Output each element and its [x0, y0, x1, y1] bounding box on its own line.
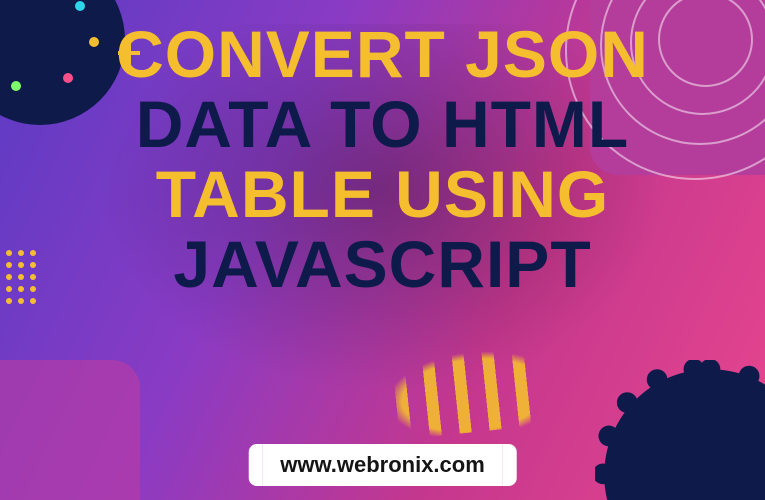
- pill-cap-right: [503, 444, 517, 486]
- website-url: www.webronix.com: [262, 444, 503, 486]
- website-pill: www.webronix.com: [248, 444, 517, 486]
- bottom-left-patch: [0, 360, 140, 500]
- headline: Convert JSON Data to HTML Table Using Ja…: [0, 20, 765, 300]
- bottom-right-stripes: [361, 333, 550, 443]
- headline-part-4: JavaScript: [0, 230, 765, 300]
- bottom-right-scallop: [595, 360, 765, 500]
- headline-part-3: Table Using: [0, 160, 765, 230]
- headline-part-1: Convert JSON: [0, 20, 765, 90]
- pill-cap-left: [248, 444, 262, 486]
- headline-part-2: Data to HTML: [0, 90, 765, 160]
